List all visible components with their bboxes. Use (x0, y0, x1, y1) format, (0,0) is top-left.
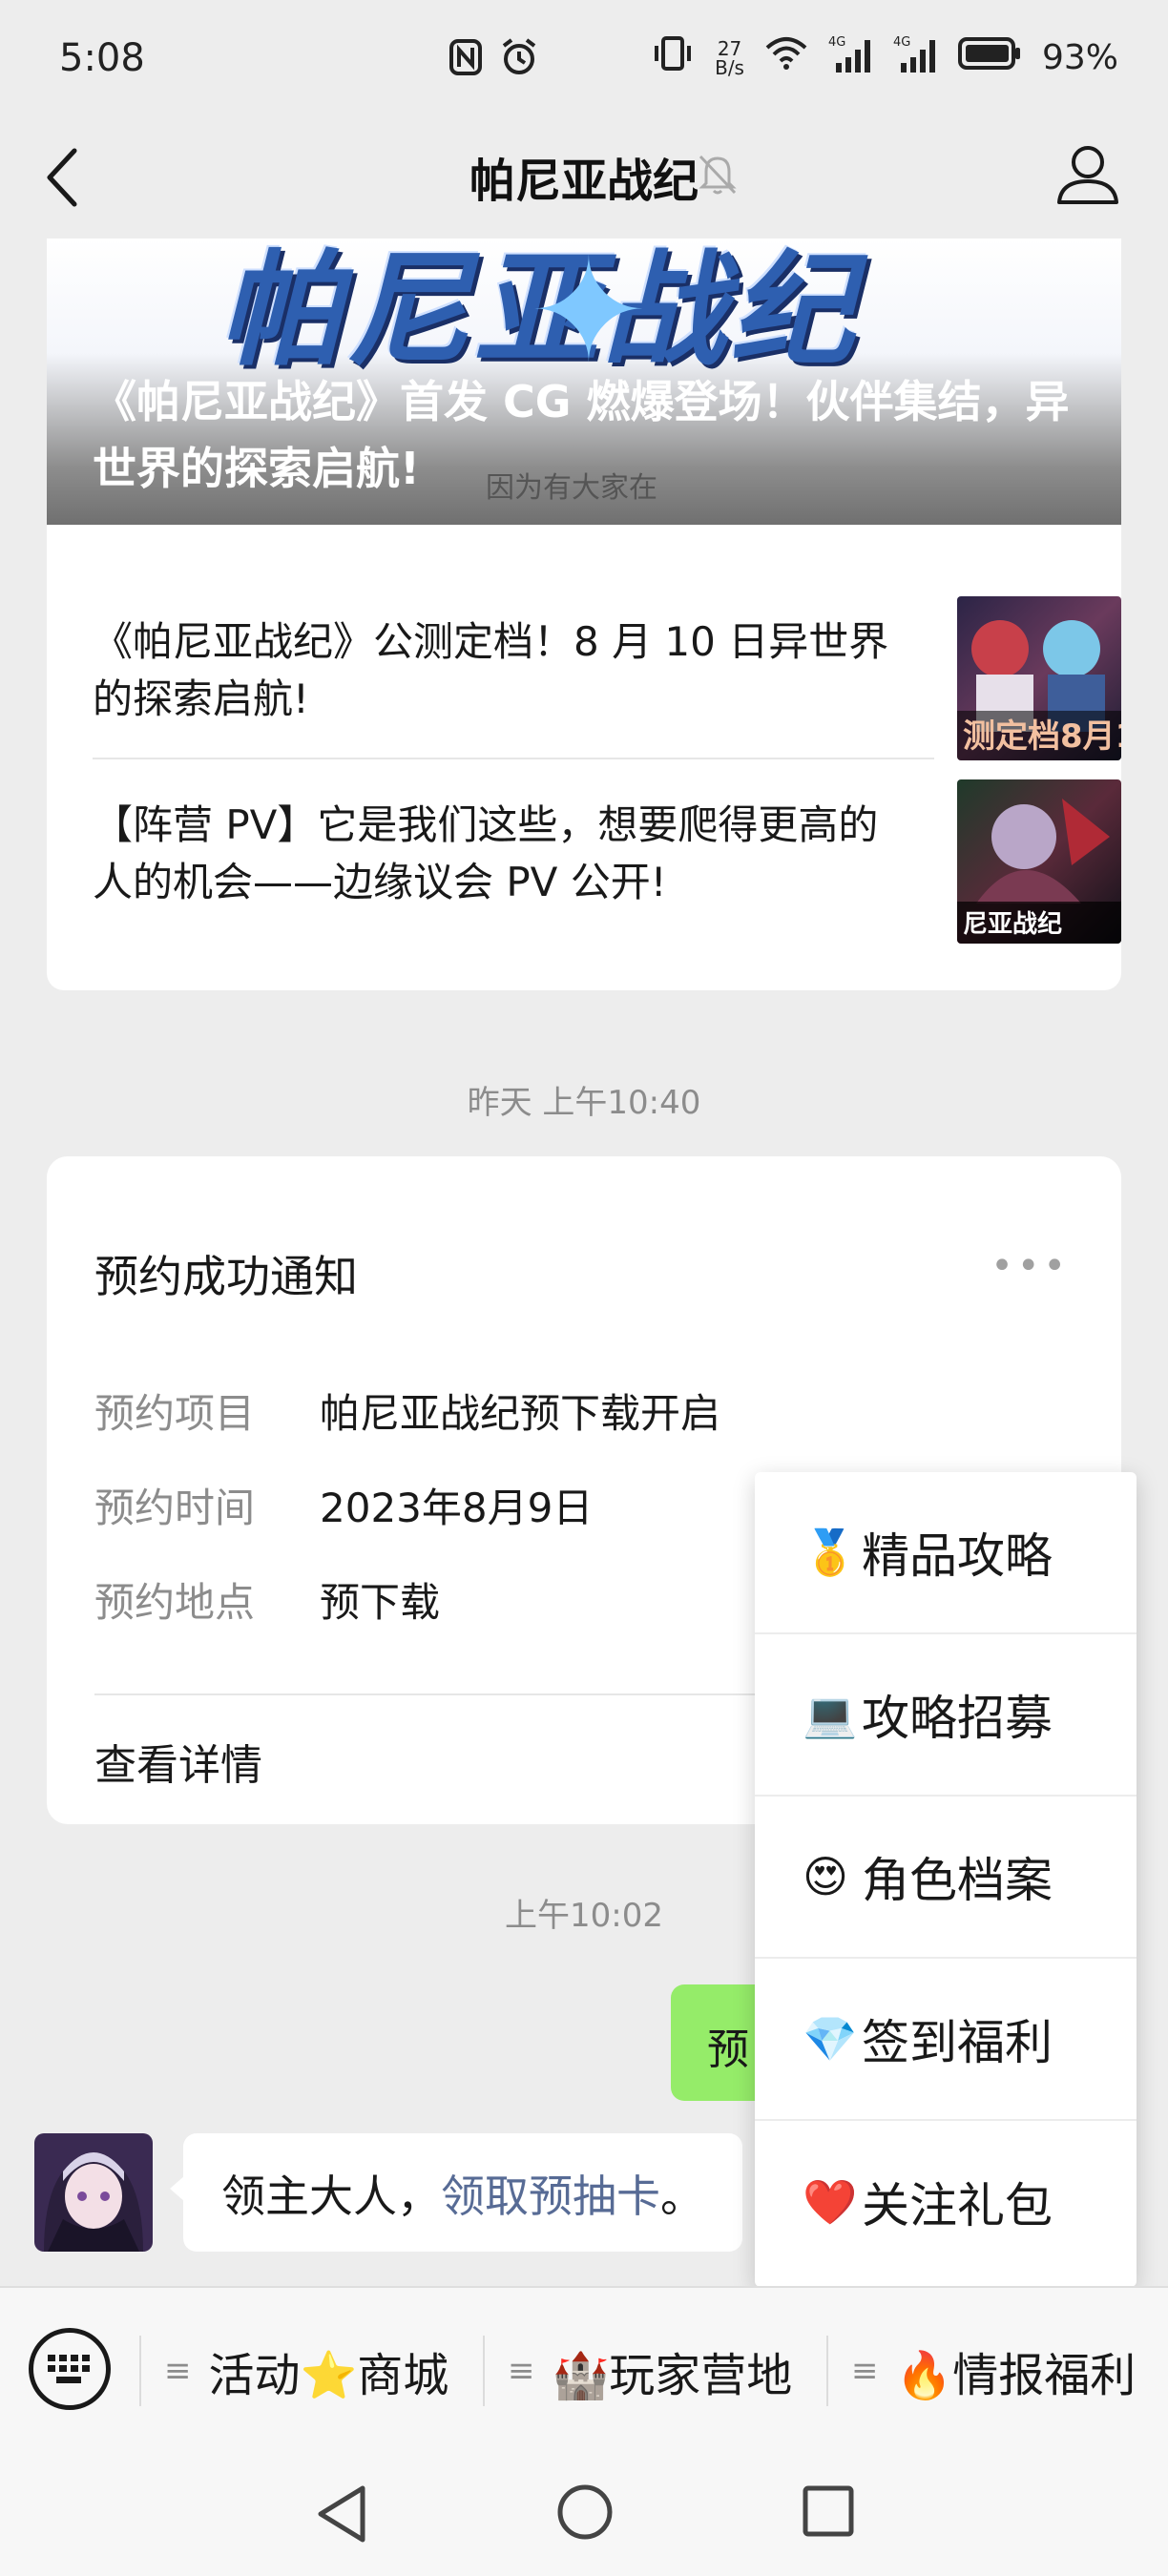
status-time: 5:08 (59, 36, 145, 80)
notice-row: 预约项目 帕尼亚战纪预下载开启 (94, 1381, 720, 1440)
menu-tab-label: 🔥情报福利 (895, 2349, 1137, 2402)
menu-lines-icon: ≡ (164, 2352, 192, 2390)
menu-item-label: 攻略招募 (862, 1691, 1053, 1746)
divider (139, 2336, 141, 2406)
keyboard-icon (48, 2355, 90, 2383)
article-card: 帕尼亚战纪 ✦ 《帕尼亚战纪》首发 CG 燃爆登场！伙伴集结，异世界的探索启航!… (47, 239, 1121, 990)
medal-icon: 🥇 (803, 1526, 858, 1578)
message-text: 领主大人， (221, 2171, 441, 2222)
menu-tab-label: 活动⭐商城 (208, 2349, 449, 2402)
notice-row-value: 2023年8月9日 (320, 1485, 594, 1531)
divider (483, 2336, 485, 2406)
article-thumbnail: 测定档8月10 (957, 596, 1121, 760)
claim-card-link[interactable]: 领取预抽卡 (441, 2171, 660, 2222)
menu-item-guides[interactable]: 🥇 精品攻略 (755, 1472, 1137, 1634)
notice-row: 预约时间 2023年8月9日 (94, 1476, 593, 1534)
divider (826, 2336, 828, 2406)
gem-icon: 💎 (803, 2012, 858, 2065)
nav-home-circle-icon[interactable] (553, 2481, 616, 2544)
nav-bar: 帕尼亚战纪 (0, 122, 1168, 239)
svg-text:4G: 4G (893, 35, 910, 50)
nav-recents-square-icon[interactable] (800, 2483, 857, 2540)
system-nav-bar (0, 2452, 1168, 2576)
nav-back-triangle-icon[interactable] (313, 2481, 370, 2547)
avatar[interactable] (34, 2133, 153, 2252)
menu-tab-player-camp[interactable]: ≡ 🏰玩家营地 (508, 2336, 792, 2406)
signal-icon-1: 4G (828, 34, 872, 81)
notice-title: 预约成功通知 (94, 1251, 358, 1302)
menu-item-label: 签到福利 (862, 2015, 1053, 2070)
article-list-item[interactable]: 【阵营 PV】它是我们这些，想要爬得更高的人的机会——边缘议会 PV 公开! 尼… (93, 779, 1121, 944)
bottom-menu-bar: ≡ 活动⭐商城 ≡ 🏰玩家营地 ≡ 🔥情报福利 (0, 2286, 1168, 2452)
incoming-message-bubble: 领主大人，领取预抽卡。 (170, 2133, 742, 2252)
battery-percent: 93% (1041, 38, 1118, 77)
article-item-title: 《帕尼亚战纪》公测定档！8 月 10 日异世界的探索启航! (93, 618, 889, 722)
page-title: 帕尼亚战纪 (469, 155, 699, 208)
timestamp: 昨天 上午10:40 (467, 1084, 701, 1122)
person-icon (1057, 146, 1118, 204)
view-details-link[interactable]: 查看详情 (94, 1731, 262, 1792)
more-options-button[interactable]: ••• (991, 1244, 1070, 1288)
notice-row-key: 预约时间 (94, 1485, 256, 1531)
banner-subtitle: 因为有大家在 (486, 471, 657, 505)
notice-row-value: 预下载 (320, 1579, 441, 1626)
profile-button[interactable] (1050, 135, 1126, 212)
menu-item-label: 角色档案 (862, 1853, 1053, 1908)
heart-icon: ❤️ (803, 2175, 858, 2228)
message-text: 。 (660, 2171, 704, 2222)
menu-tab-news-benefits[interactable]: ≡ 🔥情报福利 (851, 2336, 1136, 2406)
nfc-icon (448, 38, 483, 80)
article-banner[interactable]: 帕尼亚战纪 ✦ 《帕尼亚战纪》首发 CG 燃爆登场！伙伴集结，异世界的探索启航!… (47, 239, 1121, 525)
keyboard-toggle-button[interactable] (29, 2328, 111, 2410)
menu-item-characters[interactable]: 😍 角色档案 (755, 1797, 1137, 1959)
status-left-icons (448, 38, 538, 80)
menu-lines-icon: ≡ (508, 2352, 535, 2390)
menu-item-label: 精品攻略 (862, 1528, 1053, 1584)
svg-text:尼亚战纪: 尼亚战纪 (963, 909, 1062, 939)
mute-bell-icon (697, 151, 739, 200)
status-bar: 5:08 27 B/s 4G 4G 93% (0, 0, 1168, 122)
laptop-icon: 💻 (803, 1688, 858, 1740)
popup-submenu: 🥇 精品攻略 💻 攻略招募 😍 角色档案 💎 签到福利 ❤️ 关注礼包 (755, 1472, 1137, 2287)
wifi-icon (765, 36, 807, 79)
svg-text:4G: 4G (828, 35, 845, 50)
svg-text:测定档8月10: 测定档8月10 (963, 717, 1121, 756)
menu-item-checkin[interactable]: 💎 签到福利 (755, 1959, 1137, 2121)
notice-row-value: 帕尼亚战纪预下载开启 (320, 1390, 721, 1437)
article-thumbnail: 尼亚战纪 (957, 779, 1121, 944)
signal-icon-2: 4G (893, 34, 937, 81)
notice-row: 预约地点 预下载 (94, 1570, 440, 1629)
menu-tab-label: 🏰玩家营地 (552, 2349, 793, 2402)
menu-lines-icon: ≡ (851, 2352, 879, 2390)
status-right: 27 B/s 4G 4G 93% (652, 34, 1118, 81)
article-item-title: 【阵营 PV】它是我们这些，想要爬得更高的人的机会——边缘议会 PV 公开! (93, 801, 879, 905)
notice-row-key: 预约项目 (94, 1390, 256, 1437)
alarm-icon (500, 38, 538, 80)
menu-item-follow-gift[interactable]: ❤️ 关注礼包 (755, 2121, 1137, 2283)
net-speed: 27 B/s (715, 36, 744, 79)
battery-icon (957, 36, 1021, 79)
menu-tab-activity-shop[interactable]: ≡ 活动⭐商城 (164, 2336, 448, 2406)
menu-item-recruit[interactable]: 💻 攻略招募 (755, 1634, 1137, 1797)
menu-item-label: 关注礼包 (862, 2178, 1053, 2233)
divider (93, 758, 934, 759)
notice-row-key: 预约地点 (94, 1579, 256, 1626)
vibrate-icon (652, 34, 694, 81)
article-list-item[interactable]: 《帕尼亚战纪》公测定档！8 月 10 日异世界的探索启航! 测定档8月10 (93, 596, 1121, 760)
heart-eyes-icon: 😍 (803, 1851, 848, 1902)
